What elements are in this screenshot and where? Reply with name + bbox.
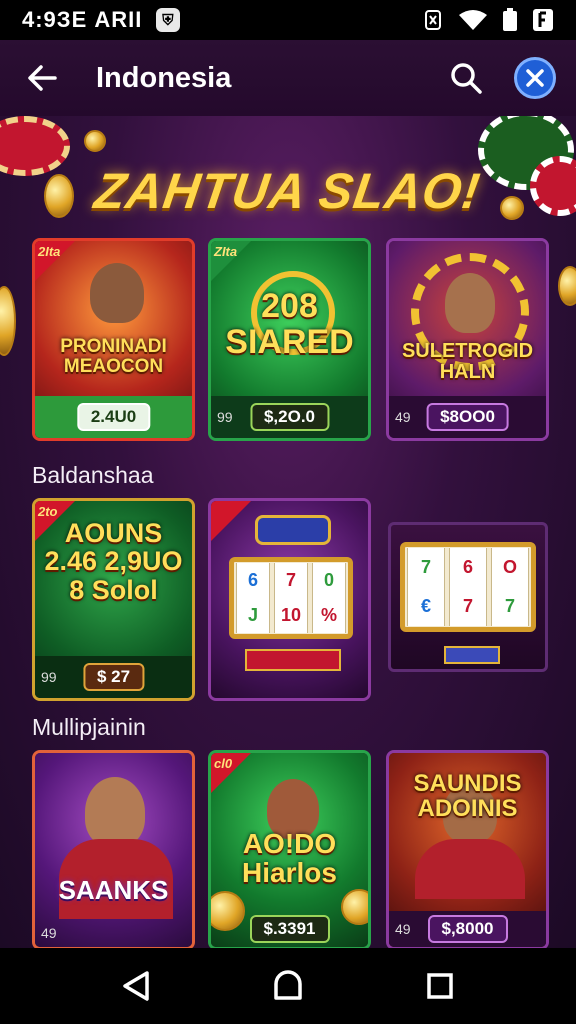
card-footer: 49 $,8000 [389,911,546,947]
game-title: SAUNDIS ADOINIS [413,770,522,823]
slot-reels: 6J 7 10 0% [229,557,353,639]
player-count: 99 [41,669,57,685]
game-lobby: ZAHTUA SLAO! 2Ita PRONINADI MEAOCON 2.4U… [0,116,576,948]
character-illustration [90,263,144,323]
home-icon [274,970,302,1000]
game-card[interactable]: 2Ita PRONINADI MEAOCON 2.4U0 [32,238,195,441]
back-button[interactable] [20,56,64,100]
square-recents-icon [427,973,453,999]
close-icon [526,69,544,87]
section-title: Baldanshaa [32,462,154,488]
game-title: AO!DO Hiarlos [242,828,337,889]
game-title: AOUNS 2.46 2,9UO 8 Solol [44,518,183,605]
price-badge: $,2O.0 [249,403,330,431]
slot-reel: O7 [491,548,529,626]
slot-marquee [255,515,331,545]
card-footer: 99 $,2O.0 [211,396,368,438]
game-card[interactable]: 2to AOUNS 2.46 2,9UO 8 Solol 99 $ 27 [32,498,195,701]
game-card[interactable]: SULETROGID HALN 49 $8ОО0 [386,238,549,441]
game-card[interactable]: SAANKS 49 [32,750,195,948]
corner-tag [211,501,251,541]
status-right [422,8,554,32]
section-title: Mullipjainin [32,714,146,740]
nav-home-button[interactable] [264,962,312,1010]
slot-reel: 6J [236,563,270,633]
price-badge: $8ОО0 [426,403,509,431]
corner-tag-text: ZIta [214,244,238,259]
price-badge: $ 27 [82,663,145,691]
game-card[interactable]: cl0 AO!DO Hiarlos $.3391 [208,750,371,948]
search-icon [451,63,482,94]
corner-tag-text: cl0 [214,756,233,771]
game-title: PRONINADI MEAOCON [60,336,167,377]
player-count: 49 [395,409,411,425]
game-title: SAANKS [58,875,169,905]
slot-plaque [444,646,500,664]
slot-reel: 7 € [407,548,445,626]
corner-tag-text: 2to [38,504,58,519]
gold-coin-decoration [558,266,576,306]
player-count: 49 [395,921,411,937]
gold-coin-decoration [0,286,16,356]
price-badge: 2.4U0 [76,403,151,431]
banner-title: ZAHTUA SLAO! [91,163,485,219]
card-footer: $.3391 [211,911,368,947]
corner-tag-text: 2Ita [38,244,61,259]
game-card[interactable]: 7 € 67 O7 [386,498,549,701]
player-count: 99 [217,409,233,425]
game-card[interactable]: ZIta 208 SIARED 99 $,2O.0 [208,238,371,441]
character-illustration [445,273,495,333]
battery-icon [503,8,517,31]
triangle-back-icon [123,971,149,1001]
page-title: Indonesia [96,61,232,94]
status-left: 4:9ЗЕ ARII ⛨ [22,7,181,33]
slot-reels: 7 € 67 O7 [400,542,536,632]
card-footer: 49 $8ОО0 [389,396,546,438]
slot-reel: 7 10 [274,563,308,633]
game-card[interactable]: SAUNDIS ADOINIS 49 $,8000 [386,750,549,948]
nfc-icon [425,10,441,30]
close-button[interactable] [514,57,556,99]
signal-icon [533,9,553,31]
promo-banner[interactable]: ZAHTUA SLAO! [0,146,576,236]
card-footer: 2.4U0 [35,396,192,438]
game-title: 208 SIARED [225,287,354,361]
app-bar: Indonesia [0,40,576,116]
wifi-icon [459,10,487,30]
nav-recents-button[interactable] [416,962,464,1010]
game-title: SULETROGID HALN [401,340,534,383]
status-bar: 4:9ЗЕ ARII ⛨ [0,0,576,40]
search-button[interactable] [444,56,488,100]
nav-back-button[interactable] [112,962,160,1010]
status-time: 4:9ЗЕ ARII [22,7,143,32]
body-illustration [415,839,525,899]
character-illustration [85,777,145,847]
slot-reel: 67 [449,548,487,626]
price-badge: $.3391 [249,915,330,943]
price-badge: $,8000 [427,915,508,943]
arrow-left-icon [28,65,57,91]
system-nav-bar [0,948,576,1024]
slot-plaque [245,649,341,671]
game-card[interactable]: 6J 7 10 0% [208,498,371,701]
player-count: 49 [41,925,57,941]
card-footer: 99 $ 27 [35,656,192,698]
shield-icon: ⛨ [156,8,181,32]
slot-reel: 0% [312,563,346,633]
